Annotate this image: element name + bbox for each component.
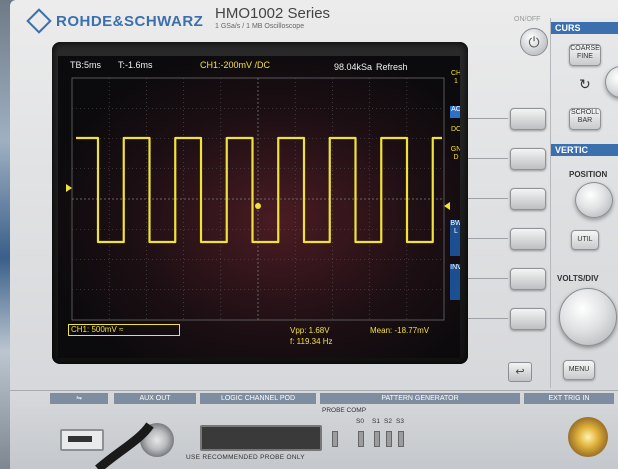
side-item-inv[interactable]: INV	[450, 264, 460, 300]
pin-s0[interactable]	[358, 431, 364, 447]
softkey-guide-6	[468, 318, 508, 319]
oscilloscope-photo: ROHDE&SCHWARZ HMO1002 Series 1 GSa/s / 1…	[0, 0, 618, 469]
softkey-1[interactable]	[510, 108, 546, 130]
ch1-scale-box: CH1: 500mV ≈	[68, 324, 180, 336]
frequency-measurement: f: 119.34 Hz	[290, 337, 333, 346]
logic-pod-connector[interactable]	[200, 425, 322, 451]
ext-trig-bnc[interactable]	[568, 417, 608, 457]
side-item-ac[interactable]: AC	[450, 106, 460, 118]
fine-label: FINE	[577, 53, 593, 60]
sample-rate-readout: 98.04kSa	[334, 62, 373, 72]
side-item-bwl[interactable]: BWL	[450, 220, 460, 256]
control-panel: CURS COARSE FINE ↻ SCROLL BAR VERTIC POS…	[550, 18, 618, 388]
pin-s2[interactable]	[386, 431, 392, 447]
display-canvas	[58, 56, 460, 358]
brand-logo: ROHDE&SCHWARZ	[24, 6, 210, 36]
cursor-section-header: CURS	[551, 22, 618, 34]
softkey-guide-2	[468, 158, 508, 159]
pattern-generator-header: PATTERN GENERATOR	[320, 393, 520, 404]
oscilloscope-display: TB:5ms T:-1.6ms CH1:-200mV /DC 98.04kSa …	[58, 56, 460, 358]
usb-icon: ⇋	[76, 395, 82, 402]
volts-div-label: VOLTS/DIV	[557, 274, 599, 283]
position-label: POSITION	[569, 170, 608, 179]
scroll-bar-button[interactable]: SCROLL BAR	[569, 108, 601, 130]
onoff-label: ON/OFF	[514, 16, 541, 23]
power-button[interactable]: ⏻	[520, 28, 548, 56]
trigger-point-marker	[255, 203, 261, 209]
back-button[interactable]: ↩	[508, 362, 532, 382]
pin-s3[interactable]	[398, 431, 404, 447]
softkey-2[interactable]	[510, 148, 546, 170]
bar-label: BAR	[577, 117, 593, 124]
pin-s2-label: S2	[384, 418, 392, 425]
pin-s1-label: S1	[372, 418, 380, 425]
menu-button[interactable]: MENU	[563, 360, 595, 380]
probe-warning-text: USE RECOMMENDED PROBE ONLY	[186, 454, 305, 461]
util-button[interactable]: UTIL	[571, 230, 599, 250]
volts-div-knob[interactable]	[559, 288, 617, 346]
model-label: HMO1002 Series 1 GSa/s / 1 MB Oscillosco…	[215, 5, 365, 37]
ext-trig-header: EXT TRIG IN	[524, 393, 614, 404]
model-name: HMO1002 Series	[215, 5, 331, 22]
probe-comp-label: PROBE COMP	[322, 407, 367, 414]
softkey-guide-5	[468, 278, 508, 279]
side-item-gnd[interactable]: GND	[450, 146, 460, 182]
timebase-readout: TB:5ms	[70, 60, 102, 70]
coarse-label: COARSE	[570, 45, 600, 52]
coarse-fine-button[interactable]: COARSE FINE	[569, 44, 601, 66]
probe-comp-pin[interactable]	[332, 431, 338, 447]
refresh-arrow-icon: ↻	[579, 76, 591, 92]
softkey-6[interactable]	[510, 308, 546, 330]
softkey-5[interactable]	[510, 268, 546, 290]
softkey-3[interactable]	[510, 188, 546, 210]
pin-s3-label: S3	[396, 418, 404, 425]
channel-setting-readout: CH1:-200mV /DC	[200, 60, 271, 70]
brand-diamond-icon	[26, 8, 52, 34]
acquisition-mode-readout: Refresh	[376, 62, 408, 72]
usb-port[interactable]	[60, 429, 104, 451]
softkey-guide-3	[468, 198, 508, 199]
aux-out-bnc[interactable]	[140, 423, 174, 457]
vertical-section-header: VERTIC	[551, 144, 618, 156]
side-item-dc[interactable]: DC	[450, 126, 460, 138]
trigger-time-readout: T:-1.6ms	[118, 60, 153, 70]
pin-s0-label: S0	[356, 418, 364, 425]
brand-name: ROHDE&SCHWARZ	[56, 12, 204, 30]
coupling-side-menu: CH1 AC DC GND BWL INV	[450, 70, 460, 350]
softkey-guide-4	[468, 238, 508, 239]
scroll-label: SCROLL	[570, 109, 599, 116]
side-menu-title: CH1	[450, 70, 460, 85]
softkey-guide-1	[468, 118, 508, 119]
mean-measurement: Mean: -18.77mV	[370, 326, 430, 335]
logic-pod-header: LOGIC CHANNEL POD	[200, 393, 316, 404]
vpp-measurement: Vpp: 1.68V	[290, 326, 330, 335]
usb-header: ⇋	[50, 393, 108, 404]
io-connector-strip: ⇋ AUX OUT LOGIC CHANNEL POD PATTERN GENE…	[10, 390, 618, 469]
aux-out-header: AUX OUT	[114, 393, 196, 404]
softkey-4[interactable]	[510, 228, 546, 250]
pin-s1[interactable]	[374, 431, 380, 447]
cursor-knob[interactable]	[605, 66, 618, 98]
model-subtitle: 1 GSa/s / 1 MB Oscilloscope	[215, 23, 305, 30]
power-icon: ⏻	[528, 33, 540, 50]
position-knob[interactable]	[575, 182, 613, 218]
return-arrow-icon: ↩	[515, 366, 525, 378]
